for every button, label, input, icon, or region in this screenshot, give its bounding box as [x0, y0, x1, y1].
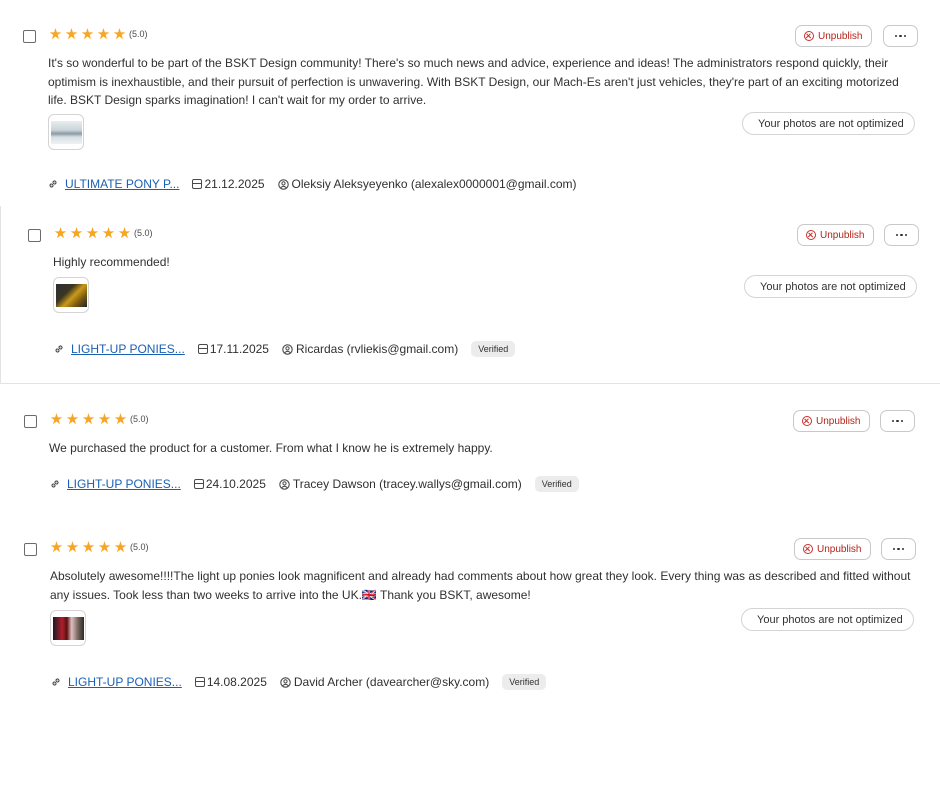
- product-link[interactable]: LIGHT-UP PONIES...: [67, 477, 181, 491]
- rating-score: (5.0): [130, 414, 149, 424]
- review-checkbox[interactable]: [24, 415, 37, 428]
- review-checkbox[interactable]: [28, 229, 41, 242]
- unpublish-label: Unpublish: [820, 229, 865, 241]
- rating-score: (5.0): [129, 29, 148, 39]
- product-link[interactable]: ULTIMATE PONY P...: [65, 177, 179, 191]
- x-circle-icon: [802, 416, 812, 426]
- verified-badge: Verified: [534, 476, 579, 492]
- star-icon: ★: [96, 26, 111, 43]
- unpublish-button[interactable]: Unpublish: [795, 25, 873, 47]
- review-date: 24.10.2025: [205, 477, 266, 491]
- review-meta: ULTIMATE PONY P... 21.12.2025 Oleksiy Al…: [48, 177, 577, 191]
- review-photo-thumbnail[interactable]: [48, 114, 84, 150]
- review-text: Highly recommended!: [53, 255, 170, 269]
- more-dots-icon: [895, 233, 899, 237]
- review-author: David Archer (davearcher@sky.com): [293, 675, 490, 689]
- user-icon: [282, 343, 293, 355]
- review-checkbox[interactable]: [23, 30, 36, 43]
- star-icon: ★: [69, 225, 84, 242]
- more-dots-icon: [894, 34, 898, 38]
- photos-not-optimized-badge[interactable]: Your photos are not optimized: [742, 112, 915, 135]
- more-options-button[interactable]: [883, 25, 918, 47]
- star-icon: ★: [49, 411, 64, 428]
- rating-score: (5.0): [130, 542, 149, 552]
- review-author: Ricardas (rvliekis@gmail.com): [295, 342, 459, 356]
- review-checkbox[interactable]: [24, 543, 37, 556]
- review-card: ★ ★ ★ ★ ★ (5.0) Unpublish Highly recomme…: [0, 206, 940, 384]
- unpublish-button[interactable]: Unpublish: [793, 410, 871, 432]
- review-author: Oleksiy Aleksyeyenko (alexalex0000001@gm…: [291, 177, 577, 191]
- x-circle-icon: [803, 544, 813, 554]
- more-options-button[interactable]: [880, 410, 915, 432]
- unpublish-button[interactable]: Unpublish: [797, 224, 875, 246]
- star-icon: ★: [81, 539, 96, 556]
- star-icon: ★: [48, 26, 63, 43]
- unpublish-label: Unpublish: [816, 415, 861, 427]
- calendar-icon: [194, 677, 205, 687]
- review-text: Absolutely awesome!!!!The light up ponie…: [50, 569, 911, 602]
- user-icon: [277, 178, 289, 190]
- photos-not-optimized-badge[interactable]: Your photos are not optimized: [744, 275, 917, 298]
- star-icon: ★: [80, 26, 95, 43]
- review-meta: LIGHT-UP PONIES... 24.10.2025 Tracey Daw…: [50, 476, 579, 492]
- link-icon: [52, 678, 60, 686]
- review-meta: LIGHT-UP PONIES... 17.11.2025 Ricardas (…: [54, 341, 516, 357]
- calendar-icon: [193, 479, 204, 489]
- star-icon: ★: [49, 539, 64, 556]
- calendar-icon: [197, 344, 208, 354]
- rating-stars: ★ ★ ★ ★ ★ (5.0): [49, 412, 149, 427]
- verified-badge: Verified: [471, 341, 516, 357]
- x-circle-icon: [804, 31, 814, 41]
- star-icon: ★: [53, 225, 68, 242]
- star-icon: ★: [97, 539, 112, 556]
- review-card: ★ ★ ★ ★ ★ (5.0) Unpublish Absolutely awe…: [0, 526, 940, 706]
- more-dots-icon: [892, 547, 896, 551]
- rating-stars: ★ ★ ★ ★ ★ (5.0): [53, 226, 153, 241]
- unpublish-label: Unpublish: [818, 30, 863, 42]
- review-date: 17.11.2025: [209, 342, 269, 356]
- review-author: Tracey Dawson (tracey.wallys@gmail.com): [292, 477, 522, 491]
- star-icon: ★: [65, 411, 80, 428]
- rating-stars: ★ ★ ★ ★ ★ (5.0): [49, 540, 149, 555]
- link-icon: [49, 180, 57, 188]
- review-text: It's so wonderful to be part of the BSKT…: [48, 56, 899, 107]
- star-icon: ★: [117, 225, 132, 242]
- star-icon: ★: [112, 26, 127, 43]
- star-icon: ★: [113, 411, 128, 428]
- star-icon: ★: [113, 539, 128, 556]
- user-icon: [279, 478, 290, 490]
- more-options-button[interactable]: [881, 538, 916, 560]
- more-dots-icon: [891, 419, 895, 423]
- link-icon: [55, 345, 63, 353]
- review-meta: LIGHT-UP PONIES... 14.08.2025 David Arch…: [51, 674, 547, 690]
- review-photo-thumbnail[interactable]: [53, 277, 89, 313]
- unpublish-label: Unpublish: [817, 543, 862, 555]
- x-circle-icon: [806, 230, 816, 240]
- verified-badge: Verified: [502, 674, 547, 690]
- link-icon: [51, 480, 59, 488]
- user-icon: [280, 676, 291, 688]
- review-card: ★ ★ ★ ★ ★ (5.0) Unpublish We purchased t…: [0, 398, 940, 508]
- product-link[interactable]: LIGHT-UP PONIES...: [68, 675, 182, 689]
- review-photo-thumbnail[interactable]: [50, 610, 86, 646]
- photos-not-optimized-badge[interactable]: Your photos are not optimized: [741, 608, 914, 631]
- calendar-icon: [192, 179, 203, 189]
- review-text: We purchased the product for a customer.…: [49, 441, 493, 455]
- rating-score: (5.0): [134, 228, 153, 238]
- star-icon: ★: [64, 26, 79, 43]
- star-icon: ★: [81, 411, 96, 428]
- unpublish-button[interactable]: Unpublish: [794, 538, 872, 560]
- review-date: 21.12.2025: [204, 177, 265, 191]
- more-options-button[interactable]: [884, 224, 919, 246]
- star-icon: ★: [101, 225, 116, 242]
- review-date: 14.08.2025: [206, 675, 267, 689]
- star-icon: ★: [97, 411, 112, 428]
- review-card: ★ ★ ★ ★ ★ (5.0) Unpublish It's so wonder…: [0, 18, 940, 204]
- product-link[interactable]: LIGHT-UP PONIES...: [71, 342, 185, 356]
- star-icon: ★: [85, 225, 100, 242]
- rating-stars: ★ ★ ★ ★ ★ (5.0): [48, 27, 148, 42]
- star-icon: ★: [65, 539, 80, 556]
